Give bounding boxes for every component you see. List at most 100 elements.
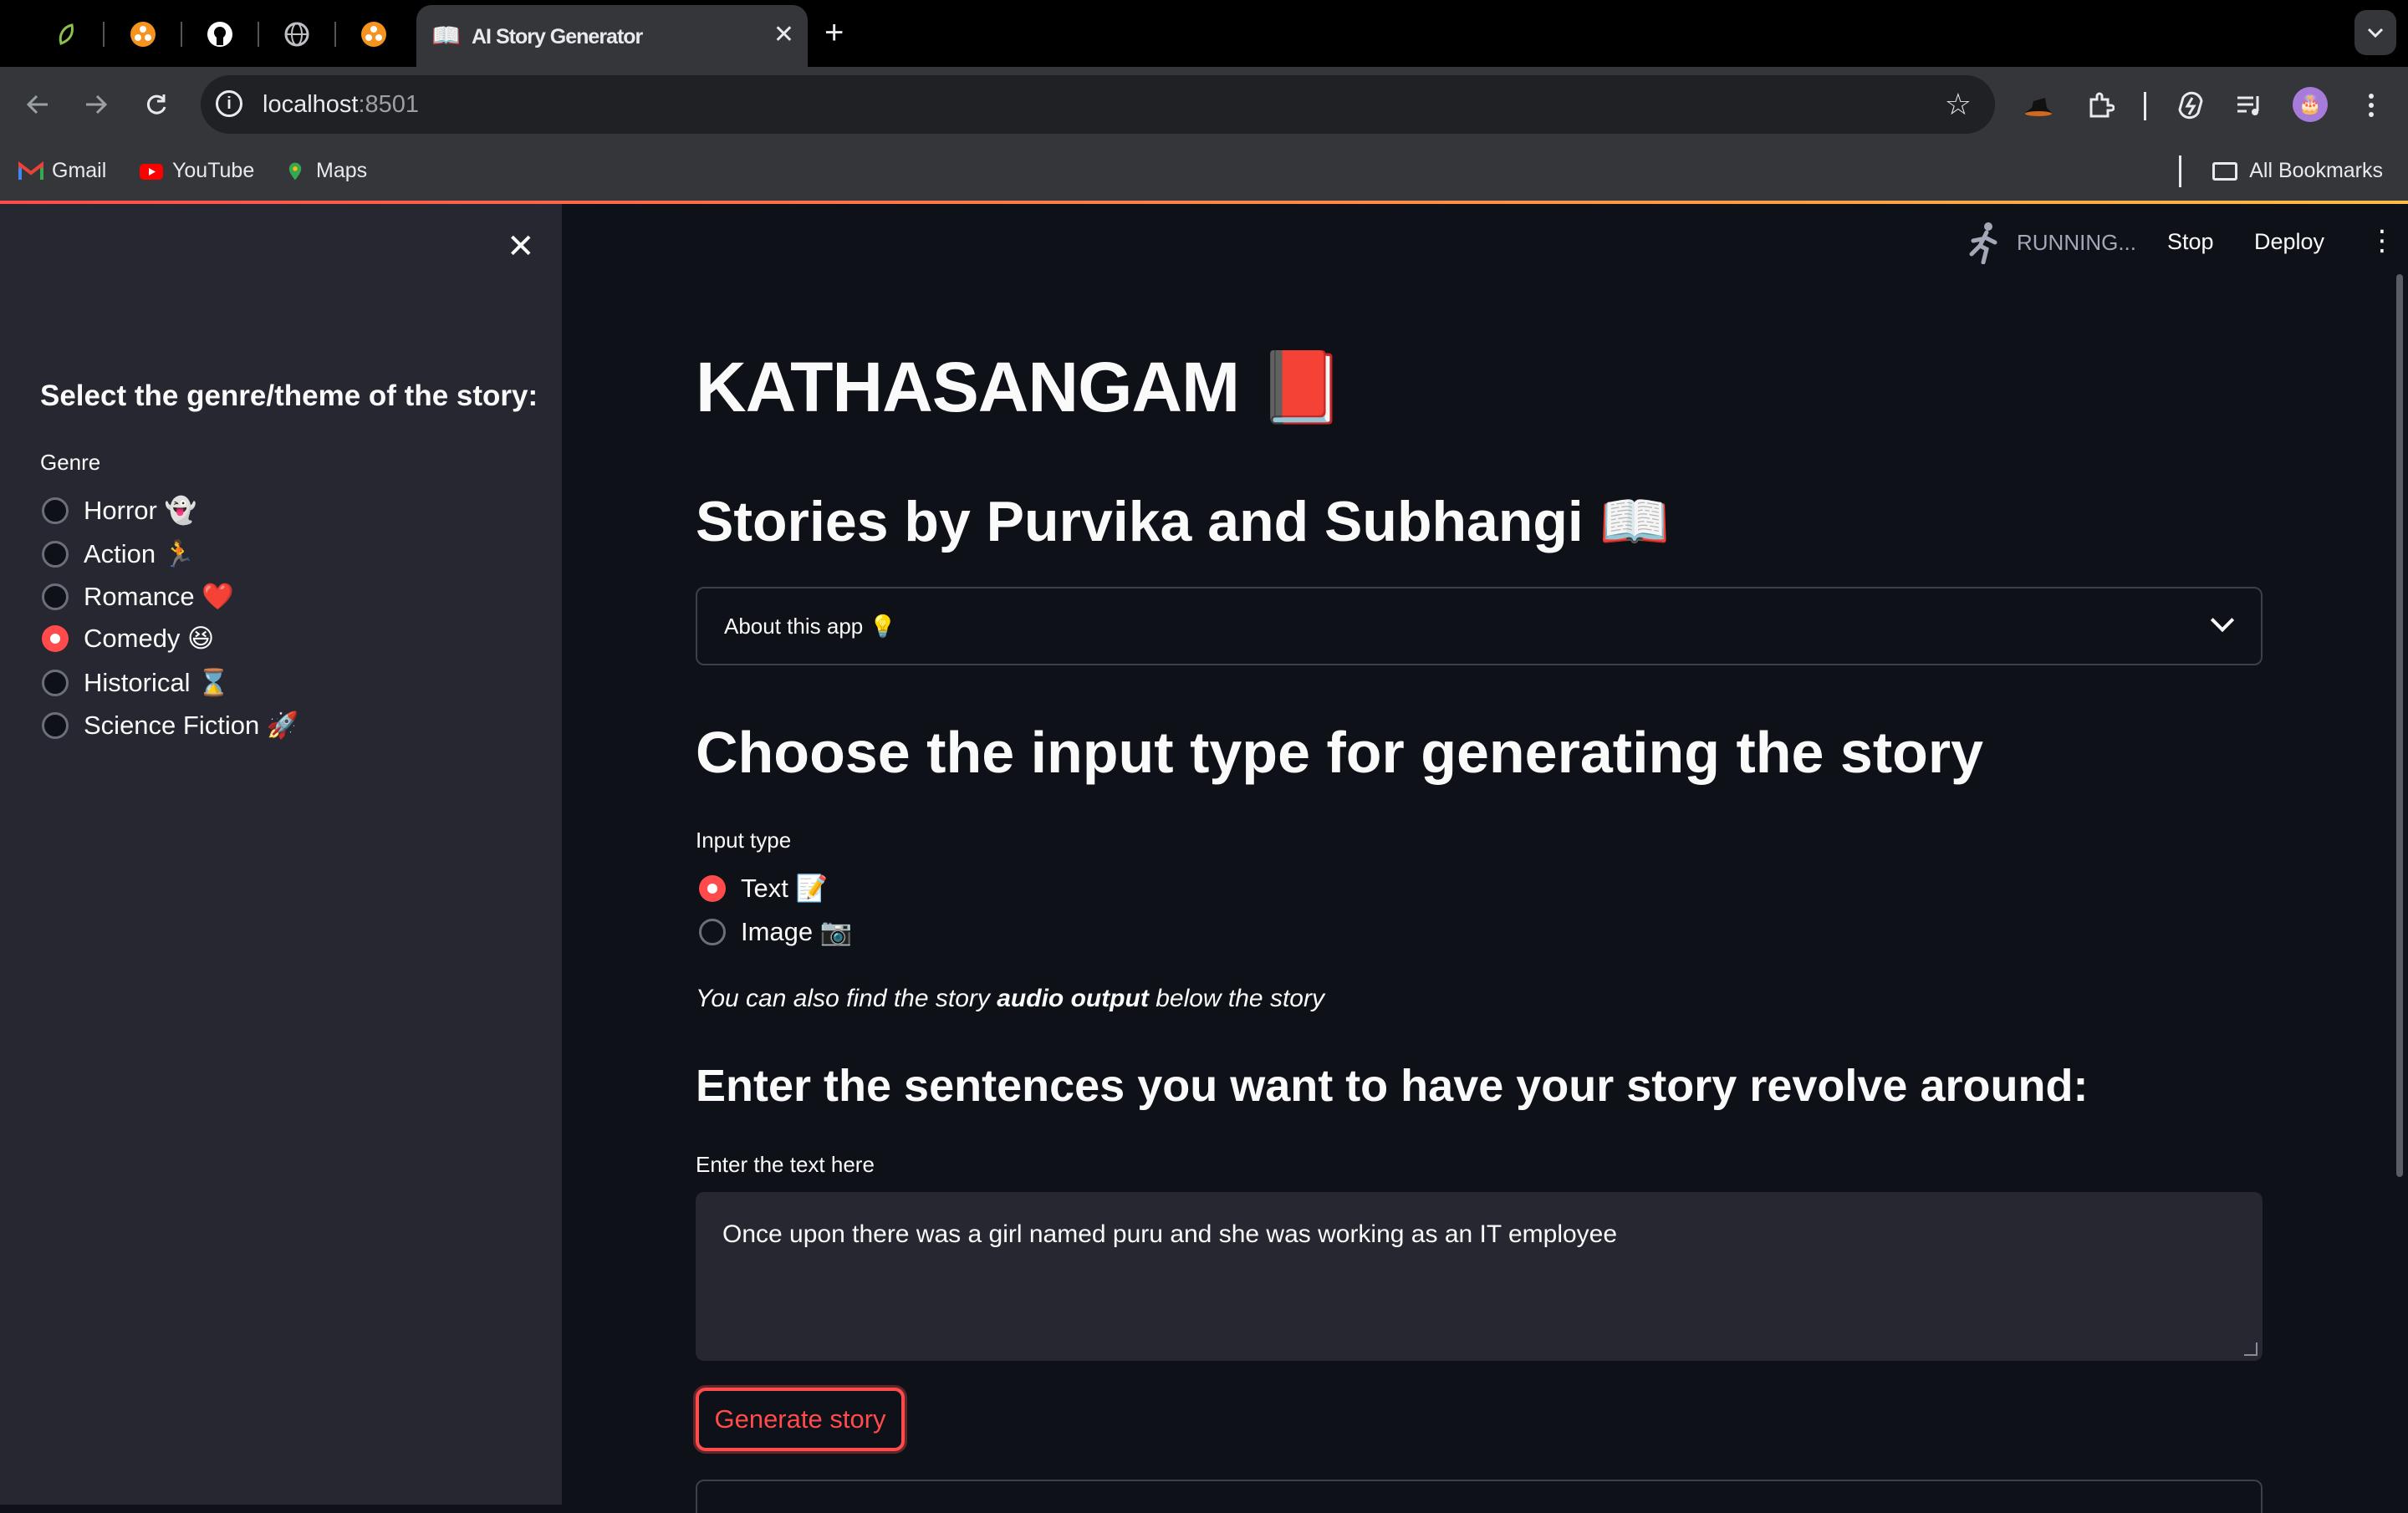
browser-menu-icon[interactable]: [2353, 87, 2390, 124]
all-bookmarks-button[interactable]: All Bookmarks: [2212, 159, 2383, 183]
radio-circle[interactable]: [42, 583, 69, 610]
bookmark-star-icon[interactable]: ☆: [1945, 87, 1972, 122]
hint-bold-text: audio output: [997, 985, 1149, 1012]
genre-option-horror[interactable]: Horror 👻: [42, 495, 196, 526]
chevron-down-icon: [2367, 28, 2384, 38]
pinned-tab-orange-2[interactable]: [355, 15, 393, 53]
extension-hat-icon[interactable]: [2020, 87, 2057, 124]
page-title: KATHASANGAM 📕: [696, 348, 1345, 426]
hint-text: You can also find the story: [696, 985, 997, 1012]
running-status: RUNNING...: [1967, 221, 2136, 264]
resize-handle-icon[interactable]: [2244, 1342, 2258, 1356]
reload-button[interactable]: [137, 85, 176, 124]
text-area-label: Enter the text here: [696, 1152, 875, 1177]
tab-separator: [103, 22, 105, 47]
bookmark-gmail[interactable]: Gmail: [18, 159, 106, 183]
browser-toolbar: i localhost:8501 ☆ 🎂: [0, 67, 2408, 142]
hint-text: below the story: [1148, 985, 1324, 1012]
genre-option-action[interactable]: Action 🏃: [42, 538, 195, 569]
stop-button[interactable]: Stop: [2167, 229, 2214, 255]
arrow-right-icon: [86, 94, 108, 115]
scrollbar[interactable]: [2396, 274, 2403, 1177]
page-subtitle: Stories by Purvika and Subhangi 📖: [696, 490, 1671, 553]
story-text-input[interactable]: Once upon there was a girl named puru an…: [696, 1192, 2263, 1361]
pinned-tab-orange[interactable]: [124, 15, 162, 53]
genre-option-romance[interactable]: Romance ❤️: [42, 581, 234, 612]
bolt-icon: [2178, 91, 2203, 120]
running-man-icon: [1969, 222, 1997, 264]
generate-story-button[interactable]: Generate story: [696, 1388, 905, 1451]
about-app-expander[interactable]: About this app 💡: [696, 587, 2263, 665]
globe-icon: [284, 22, 309, 47]
new-tab-button[interactable]: +: [824, 13, 844, 52]
book-favicon-icon: 📖: [431, 23, 461, 48]
url-text: localhost:8501: [263, 91, 419, 119]
bookmarks-bar: Gmail YouTube Maps All Bookmarks: [0, 142, 2408, 201]
pinned-tab-globe[interactable]: [278, 15, 316, 53]
radio-circle-selected[interactable]: [42, 625, 69, 652]
back-button[interactable]: [18, 85, 57, 124]
tab-title: AI Story Generator: [472, 25, 643, 48]
hat-icon: [2025, 98, 2052, 116]
url-port: :8501: [358, 91, 420, 118]
active-tab[interactable]: 📖 AI Story Generator ✕: [416, 5, 808, 67]
close-sidebar-icon[interactable]: ✕: [507, 227, 535, 266]
input-option-text[interactable]: Text 📝: [699, 873, 828, 904]
close-tab-icon[interactable]: ✕: [773, 20, 794, 49]
genre-option-label: Horror 👻: [84, 496, 197, 525]
media-queue-icon[interactable]: [2231, 87, 2268, 124]
leaf-icon: [59, 23, 74, 45]
folder-icon: [2212, 161, 2238, 181]
input-option-label: Text 📝: [741, 874, 829, 903]
radio-circle[interactable]: [42, 497, 69, 524]
sidebar-heading: Select the genre/theme of the story:: [40, 380, 538, 412]
main-content: RUNNING... Stop Deploy ⋮ KATHASANGAM 📕 S…: [562, 204, 2408, 1513]
input-option-image[interactable]: Image 📷: [699, 916, 852, 947]
radio-circle[interactable]: [42, 711, 69, 739]
genre-option-science-fiction[interactable]: Science Fiction 🚀: [42, 710, 298, 741]
extensions-puzzle-icon[interactable]: [2082, 87, 2119, 124]
expander-label: About this app 💡: [724, 614, 896, 639]
gmail-icon: [18, 160, 43, 180]
genre-option-label: Historical ⌛: [84, 668, 230, 697]
bookmark-label: Maps: [316, 159, 368, 182]
forward-button[interactable]: [77, 85, 115, 124]
genre-option-comedy[interactable]: Comedy 😆: [42, 624, 214, 654]
pinned-tab-leaf[interactable]: [47, 15, 85, 53]
audio-hint: You can also find the story audio output…: [696, 985, 1324, 1013]
profile-avatar[interactable]: 🎂: [2293, 87, 2328, 122]
deploy-button[interactable]: Deploy: [2254, 229, 2324, 255]
app-menu-icon[interactable]: ⋮: [2368, 224, 2396, 257]
bookmark-label: YouTube: [172, 159, 255, 182]
running-status-text: RUNNING...: [2017, 229, 2136, 255]
bookmark-youtube[interactable]: YouTube: [139, 159, 254, 183]
input-type-heading: Choose the input type for generating the…: [696, 720, 1984, 785]
maps-pin-icon: [288, 162, 302, 180]
site-info-icon[interactable]: i: [216, 90, 242, 117]
url-host: localhost: [263, 91, 359, 118]
chevron-down-icon: [2210, 608, 2235, 633]
genre-option-label: Action 🏃: [84, 539, 196, 568]
github-icon: [207, 22, 232, 47]
genre-option-label: Romance ❤️: [84, 582, 234, 611]
radio-circle[interactable]: [42, 540, 69, 568]
extension-bolt-icon[interactable]: [2172, 87, 2209, 124]
tab-search-button[interactable]: [2354, 10, 2396, 55]
tab-separator: [334, 22, 336, 47]
orange-logo-icon: [361, 22, 386, 47]
genre-option-label: Science Fiction 🚀: [84, 711, 299, 740]
radio-circle-selected[interactable]: [699, 874, 726, 902]
radio-circle[interactable]: [699, 918, 726, 945]
sidebar: ✕ Select the genre/theme of the story: G…: [0, 204, 562, 1505]
bookmark-label: Gmail: [52, 159, 107, 182]
address-bar[interactable]: i localhost:8501 ☆: [201, 75, 1995, 134]
bookmark-maps[interactable]: Maps: [283, 159, 367, 183]
radio-circle[interactable]: [42, 669, 69, 696]
browser-tab-bar: 📖 AI Story Generator ✕ +: [0, 0, 2408, 67]
input-type-label: Input type: [696, 828, 792, 853]
genre-option-historical[interactable]: Historical ⌛: [42, 667, 230, 698]
bookmarks-separator: [2179, 155, 2181, 187]
pinned-tab-github[interactable]: [201, 15, 239, 53]
youtube-icon: [140, 163, 163, 180]
genre-label: Genre: [40, 450, 101, 475]
